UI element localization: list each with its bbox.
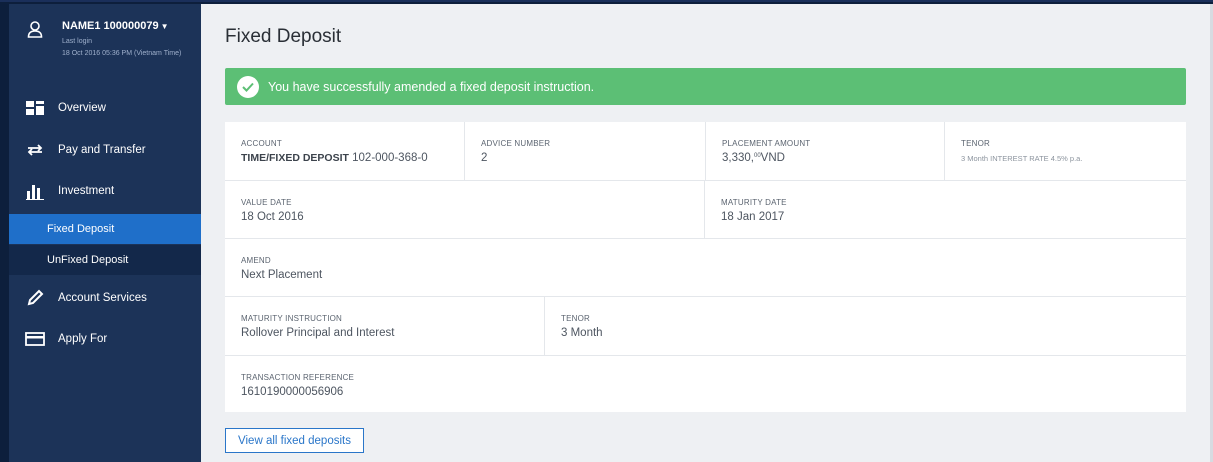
transfer-arrows-icon xyxy=(25,142,45,158)
user-icon xyxy=(27,21,43,38)
pencil-icon xyxy=(25,289,45,306)
maturity-instruction-cell: MATURITY INSTRUCTION Rollover Principal … xyxy=(225,297,545,355)
advice-label: ADVICE NUMBER xyxy=(481,139,551,148)
maturity-instruction-label: MATURITY INSTRUCTION xyxy=(241,314,343,323)
txn-ref-cell: TRANSACTION REFERENCE 1610190000056906 xyxy=(225,356,1186,412)
details-row: AMEND Next Placement xyxy=(225,239,1186,297)
user-name-menu[interactable]: NAME1 100000079 ▼ xyxy=(62,20,169,32)
account-number: 102-000-368-0 xyxy=(352,152,428,164)
sidebar-item-label: UnFixed Deposit xyxy=(47,254,129,266)
placement-main: 3,330, xyxy=(722,152,754,164)
placement-currency: VND xyxy=(760,152,785,164)
sidebar-subitem-fixed-deposit[interactable]: Fixed Deposit xyxy=(9,214,201,244)
sidebar-item-account-services[interactable]: Account Services xyxy=(9,278,201,318)
placement-cell: PLACEMENT AMOUNT 3,330,00VND xyxy=(705,122,945,180)
account-type: TIME/FIXED DEPOSIT xyxy=(241,152,349,164)
maturity-instruction: Rollover Principal and Interest xyxy=(241,327,395,339)
advice-value: 2 xyxy=(481,152,488,164)
placement-label: PLACEMENT AMOUNT xyxy=(722,139,811,148)
sidebar-item-label: Overview xyxy=(58,102,106,114)
sidebar-item-investment[interactable]: Investment xyxy=(9,171,201,211)
sidebar-item-overview[interactable]: Overview xyxy=(9,88,201,128)
amend-value: Next Placement xyxy=(241,269,323,281)
account-value: TIME/FIXED DEPOSIT 102-000-368-0 xyxy=(241,152,464,164)
main-content: Fixed Deposit You have successfully amen… xyxy=(201,4,1213,462)
view-all-fixed-deposits-button[interactable]: View all fixed deposits xyxy=(225,428,364,453)
sidebar-item-label: Account Services xyxy=(58,292,147,304)
value-date-cell: VALUE DATE 18 Oct 2016 xyxy=(225,181,705,238)
page-title: Fixed Deposit xyxy=(225,26,342,47)
user-panel: NAME1 100000079 ▼ Last login 18 Oct 2016 … xyxy=(9,4,201,86)
sidebar-item-label: Investment xyxy=(58,185,115,197)
tenor2-cell: TENOR 3 Month xyxy=(545,297,1186,355)
dashboard-icon xyxy=(25,100,45,116)
maturity-date: 18 Jan 2017 xyxy=(721,211,785,223)
tenor2-value: 3 Month xyxy=(561,327,603,339)
check-circle-icon xyxy=(237,75,259,98)
details-row: VALUE DATE 18 Oct 2016 MATURITY DATE 18 … xyxy=(225,181,1186,239)
value-date-label: VALUE DATE xyxy=(241,198,292,207)
last-login-time: 18 Oct 2016 05:36 PM (Vietnam Time) xyxy=(62,50,182,57)
tenor-value: 3 Month INTEREST RATE 4.5% p.a. xyxy=(961,154,1083,163)
sidebar-item-label: Apply For xyxy=(58,333,108,345)
value-date: 18 Oct 2016 xyxy=(241,211,304,223)
details-row: MATURITY INSTRUCTION Rollover Principal … xyxy=(225,297,1186,356)
placement-decimals: 00 xyxy=(753,153,761,159)
details-row: TRANSACTION REFERENCE 1610190000056906 xyxy=(225,356,1186,412)
txn-ref: 1610190000056906 xyxy=(241,386,344,398)
tenor-label: TENOR xyxy=(961,139,990,148)
sidebar-item-label: Fixed Deposit xyxy=(47,223,115,235)
app-frame: NAME1 100000079 ▼ Last login 18 Oct 2016 … xyxy=(0,0,1213,462)
success-alert: You have successfully amended a fixed de… xyxy=(225,68,1186,105)
sidebar-item-apply-for[interactable]: Apply For xyxy=(9,319,201,359)
details-row: ACCOUNT TIME/FIXED DEPOSIT 102-000-368-0… xyxy=(225,122,1186,181)
maturity-date-label: MATURITY DATE xyxy=(721,198,787,207)
sidebar-item-label: Pay and Transfer xyxy=(58,144,146,156)
placement-value: 3,330,00VND xyxy=(722,152,944,164)
maturity-date-cell: MATURITY DATE 18 Jan 2017 xyxy=(705,181,1186,238)
bar-chart-icon xyxy=(25,183,45,200)
account-label: ACCOUNT xyxy=(241,139,282,148)
advice-cell: ADVICE NUMBER 2 xyxy=(465,122,705,180)
amend-label: AMEND xyxy=(241,256,271,265)
card-icon xyxy=(25,331,45,347)
sidebar-subitem-unfixed-deposit[interactable]: UnFixed Deposit xyxy=(9,245,201,275)
chevron-down-icon: ▼ xyxy=(160,21,169,31)
user-name: NAME1 100000079 xyxy=(62,20,159,32)
alert-message: You have successfully amended a fixed de… xyxy=(268,79,595,94)
deposit-details-card: ACCOUNT TIME/FIXED DEPOSIT 102-000-368-0… xyxy=(225,122,1186,412)
tenor2-label: TENOR xyxy=(561,314,590,323)
sidebar: NAME1 100000079 ▼ Last login 18 Oct 2016 … xyxy=(9,4,201,462)
amend-cell: AMEND Next Placement xyxy=(225,239,1186,296)
account-cell: ACCOUNT TIME/FIXED DEPOSIT 102-000-368-0 xyxy=(225,122,465,180)
sidebar-item-pay-transfer[interactable]: Pay and Transfer xyxy=(9,130,201,170)
tenor-cell: TENOR 3 Month INTEREST RATE 4.5% p.a. xyxy=(945,122,1186,180)
last-login-label: Last login xyxy=(62,38,92,45)
txn-ref-label: TRANSACTION REFERENCE xyxy=(241,373,355,382)
